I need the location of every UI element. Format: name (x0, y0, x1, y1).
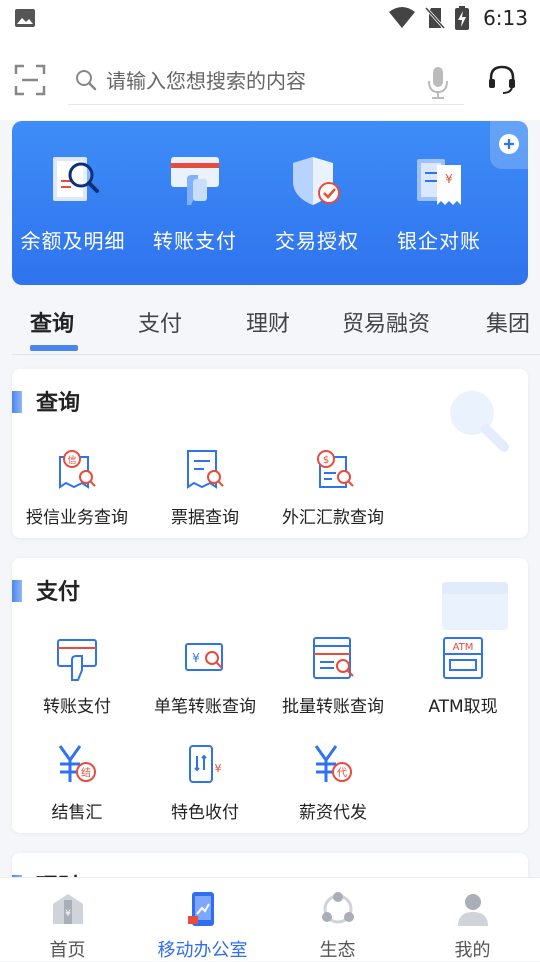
grid-item-transfer[interactable]: 转账支付 (12, 636, 142, 717)
nav-label: 生态 (319, 940, 356, 961)
category-tabs: 查询 支付 理财 贸易融资 集团 (12, 298, 540, 355)
scan-icon[interactable] (14, 64, 46, 96)
section-title: 查询 (36, 391, 81, 416)
grid-item-label: 授信业务查询 (26, 508, 128, 528)
grid-item-fx-remit-query[interactable]: $ 外汇汇款查询 (268, 447, 398, 528)
nav-home[interactable]: ¥ 首页 (0, 890, 135, 962)
grid-item-label: 外汇汇款查询 (282, 508, 384, 528)
grid-item-special-pay[interactable]: ¥ 特色收付 (140, 742, 270, 823)
nav-mobile-office[interactable]: 移动办公室 (135, 890, 270, 962)
banner-item-transfer[interactable]: 转账支付 (134, 151, 256, 254)
grid-item-single-transfer-query[interactable]: ¥ 单笔转账查询 (140, 636, 270, 717)
credit-query-icon: 信 (59, 450, 96, 489)
nav-profile[interactable]: 我的 (405, 890, 540, 962)
ecology-icon (321, 892, 354, 924)
payment-section-card: 支付 转账支付 ¥ 单笔转账查询 批量转账查询 ATM ATM取现 结 结售汇 … (12, 558, 528, 833)
status-bar: 6:13 (0, 0, 540, 36)
grid-item-credit-query[interactable]: 信 授信业务查询 (12, 447, 142, 528)
grid-item-label: 薪资代发 (299, 803, 367, 823)
banner-item-label: 银企对账 (397, 229, 481, 253)
single-transfer-query-icon: ¥ (185, 643, 223, 671)
battery-charging-icon (455, 6, 470, 30)
active-tab-indicator (30, 345, 78, 351)
image-notification-icon (15, 9, 35, 27)
svg-text:¥: ¥ (192, 651, 200, 665)
profile-icon (457, 894, 488, 926)
transfer-pay-icon (171, 157, 219, 205)
atm-icon: ATM (443, 637, 483, 679)
wifi-icon (389, 7, 416, 28)
bill-query-icon (187, 450, 224, 489)
svg-text:代: 代 (337, 767, 347, 779)
batch-transfer-query-icon (313, 637, 354, 679)
section-marker (12, 391, 22, 413)
no-sim-icon (425, 6, 446, 30)
mobile-office-icon (187, 892, 214, 926)
grid-item-label: 单笔转账查询 (154, 697, 256, 717)
tab-query[interactable]: 查询 (30, 306, 74, 338)
tab-trade-finance[interactable]: 贸易融资 (342, 306, 430, 338)
card-watermark-icon (442, 582, 508, 630)
svg-text:结: 结 (81, 766, 91, 779)
tab-group[interactable]: 集团 (486, 306, 530, 338)
search-icon (76, 70, 97, 91)
balance-search-icon (53, 157, 99, 201)
transfer-icon (57, 639, 97, 681)
nav-label: 我的 (454, 940, 491, 961)
tab-wealth[interactable]: 理财 (246, 306, 290, 338)
banner-item-label: 交易授权 (275, 229, 359, 253)
search-input[interactable] (104, 64, 408, 98)
search-bar-row (0, 36, 540, 120)
banner-item-label: 转账支付 (153, 229, 237, 253)
section-marker (12, 580, 22, 602)
svg-text:¥: ¥ (445, 172, 453, 186)
quick-actions-banner: 余额及明细 转账支付 交易授权 ¥ 银企对账 (12, 121, 528, 285)
grid-item-label: ATM取现 (428, 697, 498, 717)
grid-item-label: 结售汇 (51, 803, 103, 823)
headset-icon[interactable] (486, 64, 518, 96)
grid-item-bill-query[interactable]: 票据查询 (140, 447, 270, 528)
banner-item-reconcile[interactable]: ¥ 银企对账 (378, 151, 500, 254)
status-time: 6:13 (483, 6, 528, 30)
search-box[interactable] (68, 56, 464, 105)
microphone-icon[interactable] (426, 66, 450, 100)
grid-item-atm[interactable]: ATM ATM取现 (398, 636, 528, 717)
bill-yuan-icon: ¥ (417, 159, 461, 205)
banner-item-label: 余额及明细 (20, 229, 126, 253)
svg-text:信: 信 (67, 454, 76, 466)
banner-item-authorize[interactable]: 交易授权 (256, 151, 378, 254)
grid-item-label: 批量转账查询 (282, 697, 384, 717)
section-title: 支付 (36, 580, 81, 605)
tab-payment[interactable]: 支付 (138, 306, 182, 338)
banner-item-balance[interactable]: 余额及明细 (12, 151, 134, 254)
grid-item-label: 票据查询 (171, 508, 239, 528)
grid-item-label: 转账支付 (43, 697, 111, 717)
shield-check-icon (293, 157, 340, 205)
svg-text:¥: ¥ (215, 762, 222, 775)
bottom-navigation: ¥ 首页 移动办公室 生态 我的 (0, 877, 540, 961)
grid-item-batch-transfer-query[interactable]: 批量转账查询 (268, 636, 398, 717)
svg-text:$: $ (323, 455, 329, 466)
svg-text:ATM: ATM (453, 642, 474, 653)
fx-settle-icon: 结 (58, 745, 96, 782)
fx-remit-query-icon: $ (317, 450, 354, 488)
grid-item-fx-settle[interactable]: 结 结售汇 (12, 742, 142, 823)
nav-label: 首页 (49, 940, 86, 961)
special-pay-icon: ¥ (189, 745, 222, 783)
home-icon: ¥ (52, 894, 83, 924)
query-section-card: 查询 信 授信业务查询 票据查询 $ 外汇汇款查询 (12, 369, 528, 538)
nav-label: 移动办公室 (157, 940, 248, 961)
grid-item-label: 特色收付 (171, 803, 239, 823)
svg-text:¥: ¥ (65, 909, 71, 919)
grid-item-salary[interactable]: 代 薪资代发 (268, 742, 398, 823)
salary-icon: 代 (314, 745, 352, 782)
nav-ecology[interactable]: 生态 (270, 890, 405, 962)
magnifier-watermark-icon (450, 391, 509, 452)
